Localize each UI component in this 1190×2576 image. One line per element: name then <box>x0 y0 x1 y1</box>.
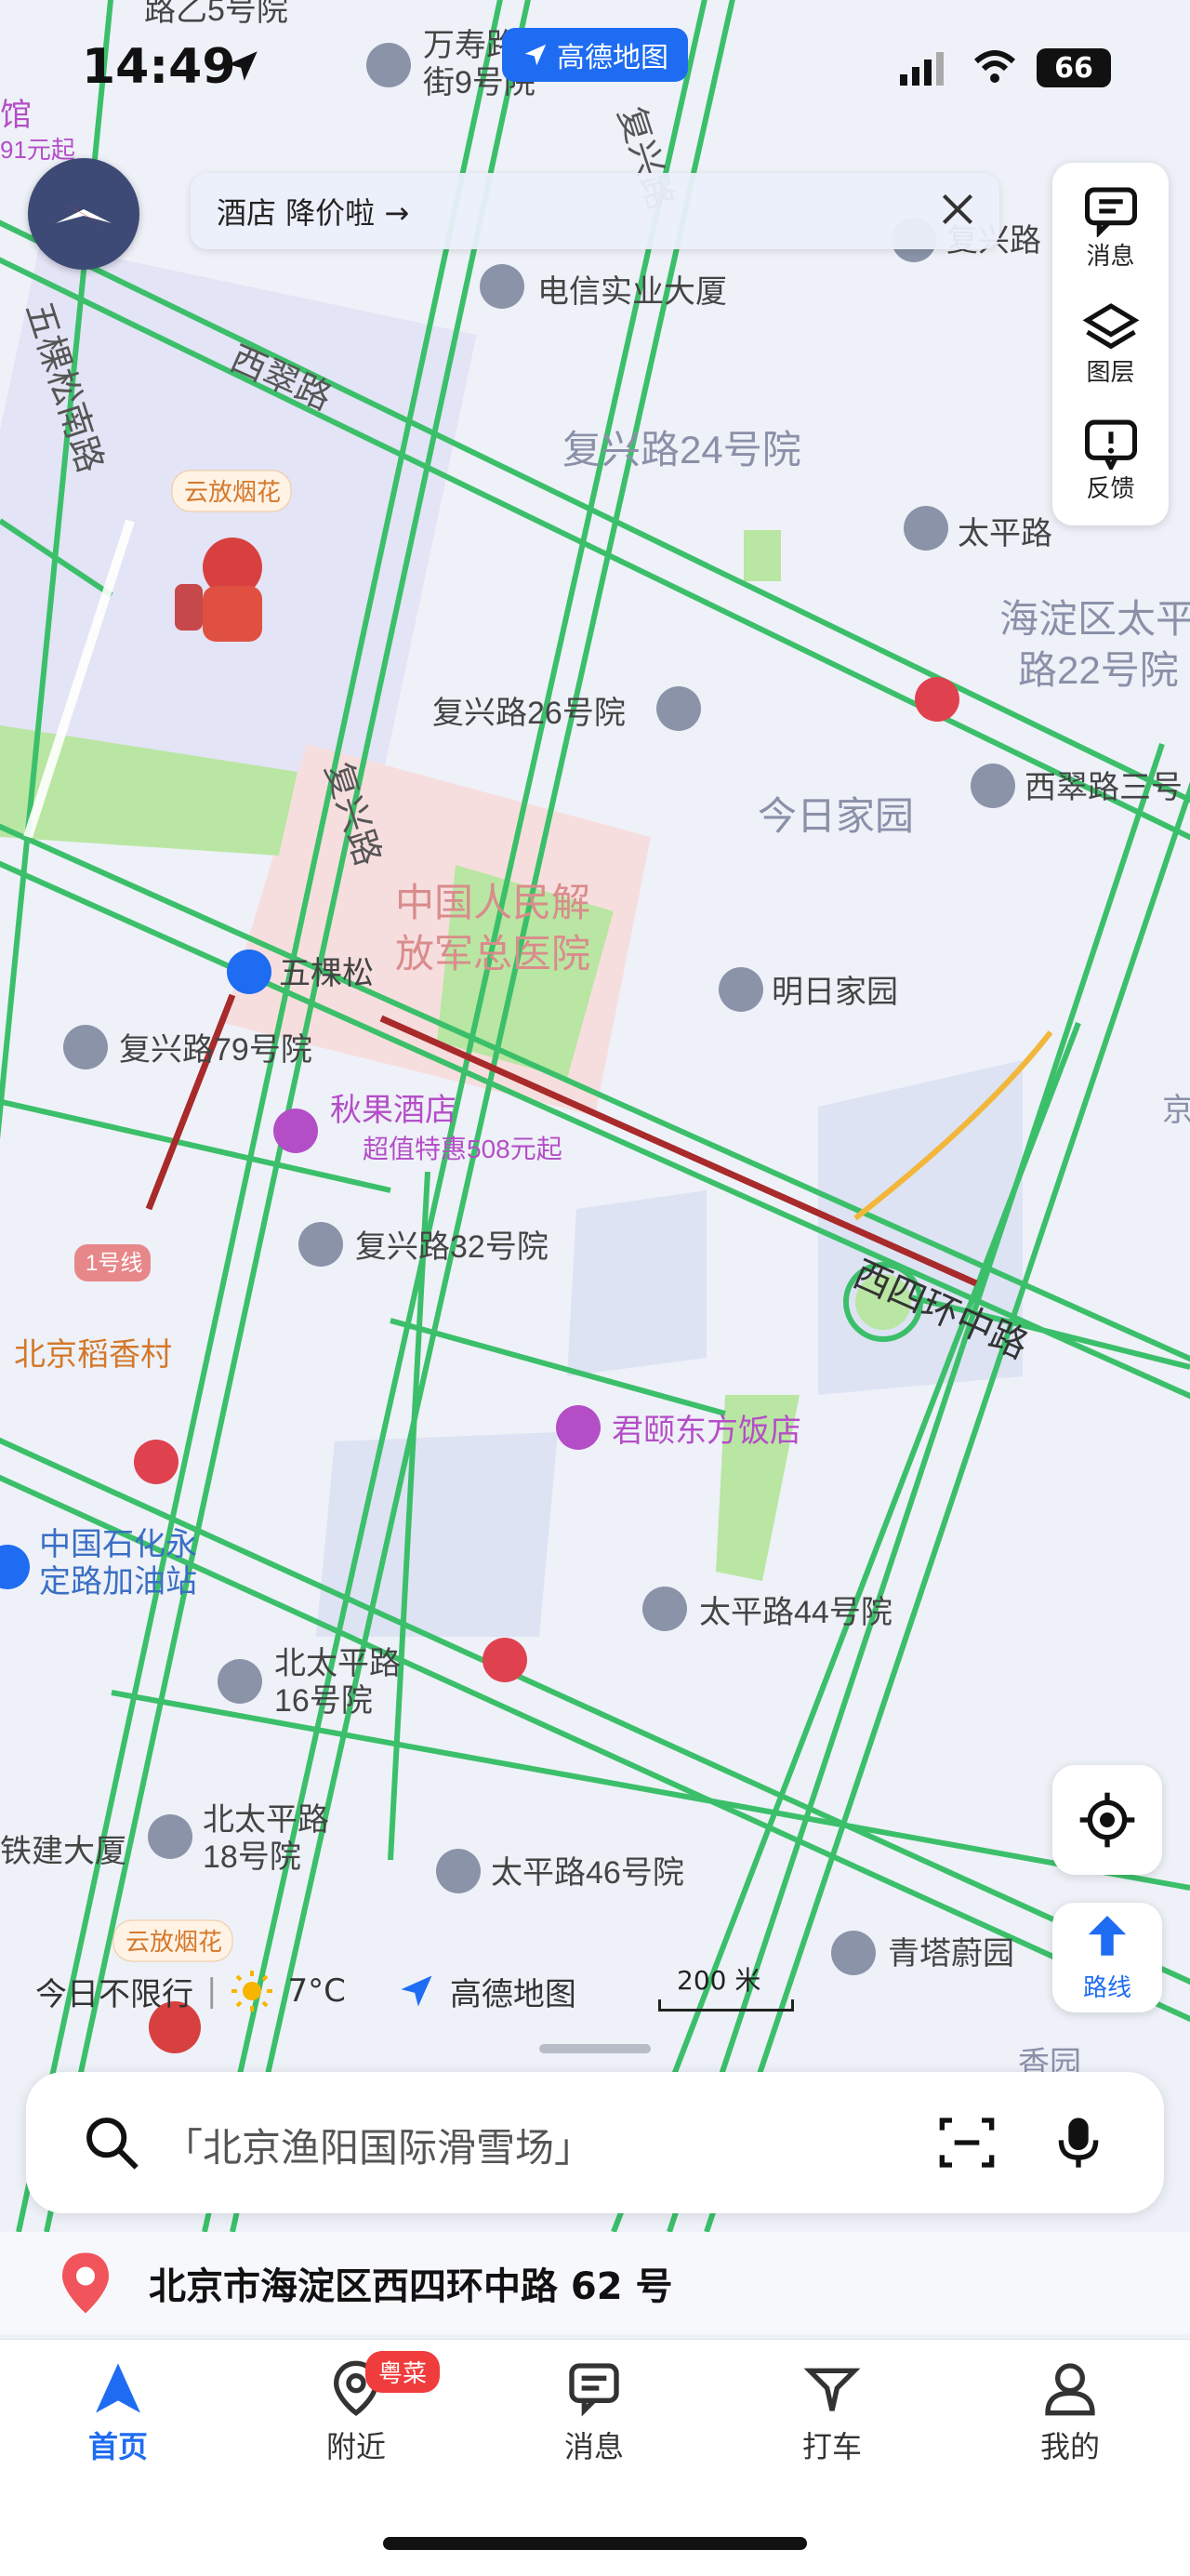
scale-label: 200 米 <box>677 1965 761 1996</box>
tab-messages-label: 消息 <box>563 2429 624 2464</box>
feedback-label: 反馈 <box>1086 475 1135 503</box>
locate-me-button[interactable] <box>1052 1765 1162 1875</box>
map-label: 五棵松 <box>279 956 374 991</box>
layers-icon <box>1082 303 1139 350</box>
map-label: 复兴路26号院 <box>432 696 626 731</box>
taxi-flag-icon <box>803 2368 861 2411</box>
map-label: 路22号院 <box>1018 648 1179 692</box>
map-label: 电信实业大厦 <box>537 274 727 310</box>
fireworks-badge: 云放烟花 <box>184 478 281 506</box>
status-bar: 14:49 高德地图 66 <box>0 0 1190 130</box>
close-icon[interactable] <box>934 186 981 232</box>
tab-nearby[interactable]: 附近 粤菜 <box>263 2351 449 2498</box>
app-pill-label: 高德地图 <box>557 42 668 74</box>
map-label: 君颐东方饭店 <box>612 1414 801 1449</box>
tab-messages[interactable]: 消息 <box>501 2358 687 2498</box>
crosshair-icon <box>1079 1792 1135 1848</box>
hospital-label: 放军总医院 <box>395 932 590 976</box>
map-label: 16号院 <box>274 1683 373 1719</box>
layers-label: 图层 <box>1086 359 1135 387</box>
map-side-panel: 消息 图层 反馈 <box>1052 163 1169 525</box>
map-label: 西翠路三号 <box>1025 770 1183 805</box>
home-indicator[interactable] <box>383 2537 807 2550</box>
message-icon <box>1084 187 1137 237</box>
battery-level: 66 <box>1054 51 1093 85</box>
map-label: 太平路46号院 <box>491 1855 684 1891</box>
map-label: 定路加油站 <box>39 1564 197 1600</box>
map-label: 18号院 <box>203 1839 301 1875</box>
tab-taxi-label: 打车 <box>801 2429 862 2464</box>
current-location-row[interactable]: 北京市海淀区西四环中路 62 号 <box>0 2232 1190 2334</box>
map-label: 中国石化永 <box>39 1527 197 1562</box>
location-pin-icon <box>62 2252 109 2314</box>
metro-station-icon[interactable] <box>227 949 271 994</box>
map-label: 青塔蔚园 <box>888 1936 1014 1972</box>
user-icon <box>1045 2363 1095 2416</box>
amap-logo-icon <box>401 1975 432 2007</box>
compass-icon <box>56 203 112 225</box>
tab-mine[interactable]: 我的 <box>977 2358 1163 2498</box>
sheet-drag-handle[interactable] <box>539 2044 651 2053</box>
search-placeholder: 「北京渔阳国际滑雪场」 <box>164 2125 594 2171</box>
hospital-label: 中国人民解 <box>395 881 590 924</box>
feedback-icon <box>1084 419 1137 470</box>
tab-home[interactable]: 首页 <box>25 2358 211 2498</box>
map-label: 北太平路 <box>203 1802 329 1838</box>
search-bar[interactable]: 「北京渔阳国际滑雪场」 <box>26 2072 1164 2213</box>
amap-logo-icon <box>524 44 547 66</box>
map-label: 太平路 <box>958 516 1052 551</box>
layers-button[interactable]: 图层 <box>1052 286 1169 403</box>
map-label: 铁建大厦 <box>0 1834 126 1869</box>
map-label: 北京稻香村 <box>14 1337 172 1373</box>
tab-nearby-label: 附近 <box>325 2429 386 2464</box>
map-label: 复兴路24号院 <box>562 428 801 471</box>
nearby-badge: 粤菜 <box>365 2351 441 2393</box>
map-label: 超值特惠508元起 <box>363 1135 562 1163</box>
messages-button[interactable]: 消息 <box>1052 170 1169 286</box>
map-label: 海淀区太平 <box>999 597 1190 641</box>
map-label: 复兴路32号院 <box>355 1229 549 1265</box>
messages-label: 消息 <box>1086 243 1135 271</box>
message-icon <box>569 2363 619 2417</box>
fireworks-badge: 云放烟花 <box>126 1928 222 1956</box>
map-label: 今日家园 <box>758 794 914 838</box>
back-to-app-pill[interactable]: 高德地图 <box>502 28 688 82</box>
microphone-icon[interactable] <box>1049 2113 1108 2172</box>
brand-label: 高德地图 <box>449 1975 576 2013</box>
sun-icon <box>231 1971 273 2012</box>
battery-indicator: 66 <box>1037 48 1111 87</box>
route-button[interactable]: 路线 <box>1052 1903 1162 2012</box>
route-label: 路线 <box>1082 1973 1131 2002</box>
map-label: 太平路44号院 <box>699 1595 892 1630</box>
current-address: 北京市海淀区西四环中路 62 号 <box>149 2265 673 2308</box>
map-label: 秋果酒店 <box>330 1093 456 1128</box>
signal-icon <box>900 52 944 86</box>
tab-taxi[interactable]: 打车 <box>739 2358 925 2498</box>
tab-mine-label: 我的 <box>1039 2429 1100 2464</box>
search-icon <box>86 2118 139 2170</box>
map-label: 北太平路 <box>274 1646 401 1681</box>
map-label: 京 <box>1162 1093 1190 1128</box>
map-scale: 200 米 <box>658 1960 794 2012</box>
map-label: 复兴路79号院 <box>119 1032 312 1068</box>
route-arrow-icon <box>1088 1915 1127 1956</box>
promo-text: 酒店 降价啦 → <box>217 195 410 231</box>
status-time: 14:49 <box>82 39 236 95</box>
temperature: 7°C <box>287 1972 346 2010</box>
metro-line-badge: 1号线 <box>86 1251 142 1276</box>
tab-home-label: 首页 <box>87 2429 148 2464</box>
map-label: 明日家园 <box>772 975 898 1010</box>
wifi-icon <box>973 50 1016 83</box>
divider: | <box>206 1972 218 2010</box>
location-arrow-icon <box>228 51 258 81</box>
scan-icon[interactable] <box>937 2113 997 2172</box>
feedback-button[interactable]: 反馈 <box>1052 403 1169 519</box>
map-info-row: 今日不限行 | 7°C 高德地图 <box>35 1964 576 2018</box>
navigation-arrow-icon <box>96 2363 140 2413</box>
compass-button[interactable] <box>28 158 139 270</box>
promo-banner[interactable]: 酒店 降价啦 → <box>191 173 999 249</box>
traffic-restriction[interactable]: 今日不限行 <box>35 1969 193 2014</box>
